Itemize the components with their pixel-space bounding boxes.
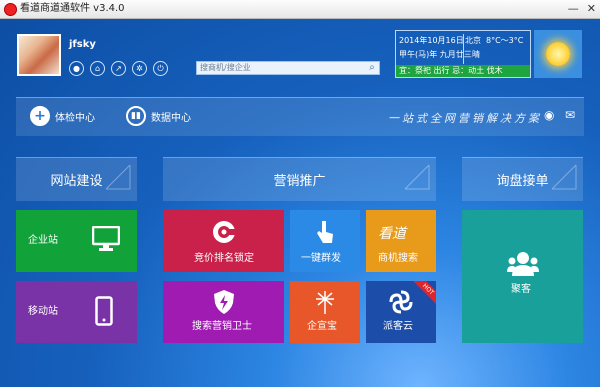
- group-icon: [507, 252, 539, 276]
- cloud-link-icon: [389, 290, 413, 314]
- plus-icon: +: [30, 106, 50, 126]
- weather-temp: 8°C～3°C: [486, 36, 524, 45]
- tile-promo-bao[interactable]: 企宣宝: [290, 281, 360, 343]
- hand-touch-icon: [317, 221, 333, 243]
- almanac-bar: 宜：祭祀 出行 忌：动土 伐木: [396, 65, 530, 77]
- phone-icon: [95, 296, 113, 326]
- monitor-icon: [92, 226, 120, 251]
- title-bar: 看道商道通软件 v3.4.0 — ✕: [0, 0, 600, 19]
- calendar-widget: 2014年10月16日 甲午(马)年 九月廿三 北京 8°C～3°C 晴 宜：祭…: [395, 30, 531, 78]
- data-center-label: 数据中心: [151, 112, 191, 124]
- category-website[interactable]: 网站建设: [16, 157, 137, 201]
- tile-paike-cloud[interactable]: 派客云 HOT: [366, 281, 436, 343]
- tile-one-click-send-label: 一键群发: [301, 253, 341, 264]
- corner-arrow-icon: [551, 164, 577, 190]
- calendar-date: 2014年10月16日: [399, 36, 464, 45]
- tile-opportunity-search[interactable]: 看道 商机搜索: [366, 210, 436, 272]
- avatar[interactable]: [17, 34, 61, 76]
- corner-arrow-icon: [404, 164, 430, 190]
- main-toolbar: + 体检中心 ▮▮ 数据中心 一站式全网营销解决方案 ◉ ✉: [16, 97, 584, 136]
- bar-chart-icon: ▮▮: [126, 106, 146, 126]
- target-icon: [213, 221, 237, 243]
- search-icon[interactable]: ⌕: [365, 62, 379, 74]
- tile-one-click-send[interactable]: 一键群发: [290, 210, 360, 272]
- hot-badge: HOT: [410, 281, 436, 307]
- data-center-button[interactable]: ▮▮ 数据中心: [126, 106, 191, 126]
- tile-ranking-lock[interactable]: 竞价排名锁定: [163, 210, 284, 272]
- weather-condition: 晴: [472, 50, 480, 59]
- tile-promo-bao-label: 企宣宝: [307, 321, 337, 332]
- category-website-label: 网站建设: [50, 174, 103, 189]
- tile-enterprise-site-label: 企业站: [28, 235, 58, 246]
- gear-icon[interactable]: ✲: [132, 61, 147, 76]
- kandao-logo: 看道: [378, 226, 406, 242]
- corner-arrow-icon: [105, 164, 131, 190]
- weibo-icon[interactable]: ◉: [544, 109, 554, 121]
- tile-mobile-site[interactable]: 移动站: [16, 281, 137, 343]
- checkup-center-button[interactable]: + 体检中心: [30, 106, 95, 126]
- username: jfsky: [69, 39, 96, 50]
- calendar-divider: [463, 34, 464, 64]
- tile-juke[interactable]: 聚客: [462, 210, 583, 343]
- wechat-icon[interactable]: ✉: [565, 109, 575, 121]
- category-inquiry-label: 询盘接单: [496, 174, 549, 189]
- pin-icon[interactable]: ↗: [111, 61, 126, 76]
- tile-opportunity-search-label: 商机搜索: [378, 253, 418, 264]
- category-marketing[interactable]: 营销推广: [163, 157, 436, 201]
- tile-paike-cloud-label: 派客云: [383, 321, 413, 332]
- minimize-button[interactable]: —: [568, 2, 579, 16]
- window-title: 看道商道通软件 v3.4.0: [20, 3, 125, 14]
- user-toolbar: ● ⌂ ↗ ✲ ⏻: [69, 61, 168, 76]
- slogan: 一站式全网营销解决方案: [388, 112, 542, 125]
- search-input[interactable]: 搜商机/搜企业: [200, 62, 251, 74]
- tile-search-guard[interactable]: 搜索营销卫士: [163, 281, 284, 343]
- weather-city: 北京: [465, 36, 481, 45]
- tile-ranking-lock-label: 竞价排名锁定: [194, 253, 254, 264]
- app-window: 看道商道通软件 v3.4.0 — ✕ jfsky ● ⌂ ↗ ✲ ⏻ 搜商机/搜…: [0, 0, 600, 387]
- category-inquiry[interactable]: 询盘接单: [462, 157, 583, 201]
- home-icon[interactable]: ⌂: [90, 61, 105, 76]
- tile-juke-label: 聚客: [511, 284, 531, 295]
- calendar-lunar: 甲午(马)年 九月廿三: [399, 50, 472, 59]
- power-icon[interactable]: ⏻: [153, 61, 168, 76]
- user-icon[interactable]: ●: [69, 61, 84, 76]
- dandelion-icon: [316, 291, 334, 314]
- search-box: 搜商机/搜企业 ⌕: [196, 61, 380, 75]
- category-marketing-label: 营销推广: [273, 174, 326, 189]
- app-logo-icon: [4, 3, 17, 16]
- window-controls: — ✕: [568, 2, 596, 16]
- tile-search-guard-label: 搜索营销卫士: [192, 321, 252, 332]
- tile-mobile-site-label: 移动站: [28, 306, 58, 317]
- shield-icon: [214, 290, 234, 314]
- close-button[interactable]: ✕: [587, 2, 596, 16]
- sun-weather-icon: [534, 30, 582, 78]
- tile-enterprise-site[interactable]: 企业站: [16, 210, 137, 272]
- checkup-center-label: 体检中心: [55, 112, 95, 124]
